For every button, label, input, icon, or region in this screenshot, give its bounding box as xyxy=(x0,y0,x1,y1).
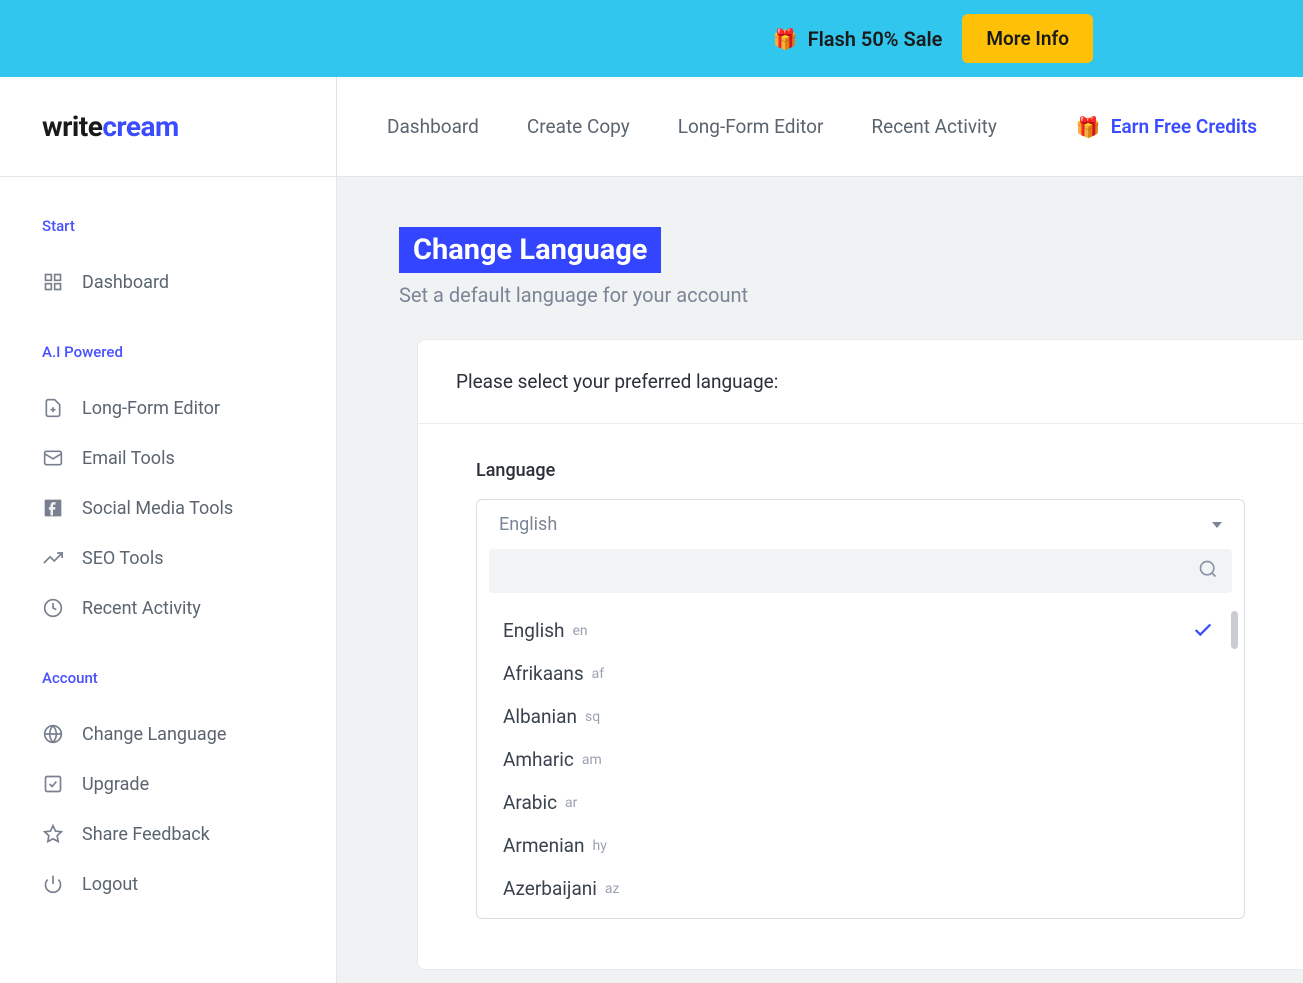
sidebar-item-label: Dashboard xyxy=(82,272,169,293)
mail-icon xyxy=(42,447,64,469)
promo-banner: 🎁 Flash 50% Sale More Info xyxy=(0,0,1303,77)
language-option[interactable]: Albanian sq xyxy=(477,695,1244,738)
option-code: am xyxy=(582,752,602,768)
gift-icon: 🎁 xyxy=(773,27,798,51)
sidebar-item-label: Upgrade xyxy=(82,774,149,795)
gift-icon: 🎁 xyxy=(1076,115,1101,139)
star-icon xyxy=(42,823,64,845)
options-list: English en Afrikaans af Albanian sq Amha… xyxy=(477,593,1244,918)
sidebar: Start Dashboard A.I Powered Long-Form Ed… xyxy=(0,177,337,983)
sidebar-item-label: Share Feedback xyxy=(82,824,210,845)
sidebar-section-ai: A.I Powered xyxy=(42,343,294,361)
sidebar-item-logout[interactable]: Logout xyxy=(42,859,294,909)
sidebar-item-label: Long-Form Editor xyxy=(82,398,220,419)
sidebar-item-seo-tools[interactable]: SEO Tools xyxy=(42,533,294,583)
dashboard-icon xyxy=(42,271,64,293)
main-content: Change Language Set a default language f… xyxy=(337,177,1303,983)
globe-icon xyxy=(42,723,64,745)
language-field-label: Language xyxy=(476,460,1245,481)
language-select[interactable]: English xyxy=(476,499,1245,919)
option-name: Arabic xyxy=(503,791,557,814)
sidebar-item-recent-activity[interactable]: Recent Activity xyxy=(42,583,294,633)
language-option[interactable]: Arabic ar xyxy=(477,781,1244,824)
option-code: af xyxy=(592,666,604,682)
option-name: Azerbaijani xyxy=(503,877,597,900)
logo-part2: cream xyxy=(102,110,178,143)
sidebar-item-label: Recent Activity xyxy=(82,598,201,619)
card-header: Please select your preferred language: xyxy=(418,340,1303,424)
sidebar-item-label: Change Language xyxy=(82,724,226,745)
option-name: Afrikaans xyxy=(503,662,584,685)
option-code: hy xyxy=(593,838,607,854)
option-code: ar xyxy=(565,795,577,811)
dropdown-search[interactable] xyxy=(489,549,1232,593)
sidebar-item-change-language[interactable]: Change Language xyxy=(42,709,294,759)
language-option[interactable]: Afrikaans af xyxy=(477,652,1244,695)
document-plus-icon xyxy=(42,397,64,419)
page-header: Change Language Set a default language f… xyxy=(399,227,1303,307)
sidebar-item-long-form[interactable]: Long-Form Editor xyxy=(42,383,294,433)
search-input[interactable] xyxy=(503,561,1198,581)
nav-dashboard[interactable]: Dashboard xyxy=(387,115,479,138)
option-name: Albanian xyxy=(503,705,577,728)
sidebar-item-label: Email Tools xyxy=(82,448,175,469)
sidebar-item-upgrade[interactable]: Upgrade xyxy=(42,759,294,809)
facebook-icon xyxy=(42,497,64,519)
promo-text: 🎁 Flash 50% Sale xyxy=(773,27,943,51)
language-option[interactable]: Azerbaijani az xyxy=(477,867,1244,910)
select-display[interactable]: English xyxy=(477,500,1244,549)
sidebar-item-email-tools[interactable]: Email Tools xyxy=(42,433,294,483)
nav-credits-label: Earn Free Credits xyxy=(1111,115,1257,138)
option-code: en xyxy=(572,623,587,639)
sidebar-item-social-media[interactable]: Social Media Tools xyxy=(42,483,294,533)
nav-recent-activity[interactable]: Recent Activity xyxy=(871,115,996,138)
option-code: az xyxy=(605,881,620,897)
scrollbar-thumb[interactable] xyxy=(1231,611,1238,649)
selected-value: English xyxy=(499,514,557,535)
nav-long-form[interactable]: Long-Form Editor xyxy=(678,115,824,138)
sidebar-item-label: Logout xyxy=(82,874,138,895)
option-name: Armenian xyxy=(503,834,585,857)
sidebar-item-share-feedback[interactable]: Share Feedback xyxy=(42,809,294,859)
header: writecream Dashboard Create Copy Long-Fo… xyxy=(0,77,1303,177)
option-code: sq xyxy=(585,709,600,725)
top-nav: Dashboard Create Copy Long-Form Editor R… xyxy=(337,115,1303,139)
check-square-icon xyxy=(42,773,64,795)
nav-earn-credits[interactable]: 🎁 Earn Free Credits xyxy=(1076,115,1257,139)
sidebar-item-label: Social Media Tools xyxy=(82,498,233,519)
sidebar-section-start: Start xyxy=(42,217,294,235)
power-icon xyxy=(42,873,64,895)
sidebar-item-dashboard[interactable]: Dashboard xyxy=(42,257,294,307)
logo[interactable]: writecream xyxy=(0,77,337,176)
option-name: Amharic xyxy=(503,748,574,771)
language-dropdown: English en Afrikaans af Albanian sq Amha… xyxy=(477,549,1244,918)
language-option[interactable]: English en xyxy=(477,609,1244,652)
nav-create-copy[interactable]: Create Copy xyxy=(527,115,630,138)
language-option[interactable]: Amharic am xyxy=(477,738,1244,781)
trending-up-icon xyxy=(42,547,64,569)
option-name: English xyxy=(503,619,564,642)
search-icon xyxy=(1198,559,1218,583)
language-option[interactable]: Armenian hy xyxy=(477,824,1244,867)
promo-label: Flash 50% Sale xyxy=(808,27,943,51)
sidebar-section-account: Account xyxy=(42,669,294,687)
check-icon xyxy=(1192,619,1214,645)
caret-down-icon xyxy=(1212,522,1222,528)
page-title: Change Language xyxy=(399,227,661,273)
sidebar-item-label: SEO Tools xyxy=(82,548,163,569)
more-info-button[interactable]: More Info xyxy=(962,14,1093,63)
logo-part1: write xyxy=(42,110,102,143)
clock-icon xyxy=(42,597,64,619)
page-subtitle: Set a default language for your account xyxy=(399,283,1303,307)
language-card: Please select your preferred language: L… xyxy=(417,339,1303,970)
